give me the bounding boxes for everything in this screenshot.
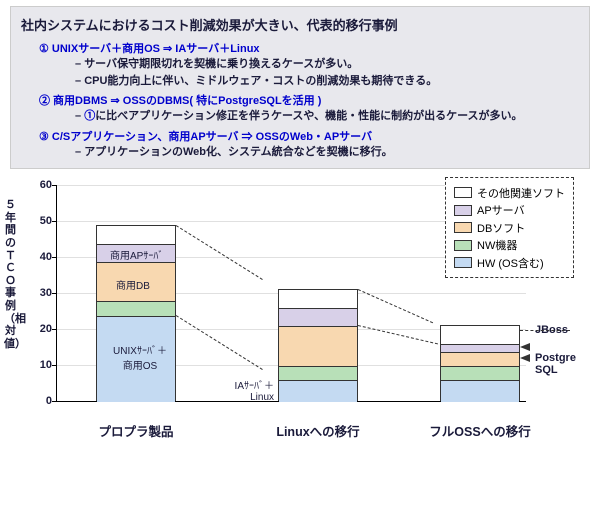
pointer-line [520, 330, 570, 331]
case-1-bullet-1: サーバ保守期限切れを契機に乗り換えるケースが多い。 [75, 56, 579, 73]
dash-connector [358, 289, 433, 323]
seg-nw [441, 366, 519, 380]
bar-fulloss [440, 325, 520, 401]
case-1-bullet-2: CPU能力向上に伴い、ミドルウェア・コストの削減効果も期待できる。 [75, 73, 579, 90]
seg-nw [279, 366, 357, 380]
case-3-head: ③ C/Sアプリケーション、商用APサーバ ⇒ OSSのWeb・APサーバ [39, 128, 579, 144]
arrow-icon [520, 354, 530, 362]
ytick: 30 [12, 287, 52, 299]
tickmark [52, 329, 56, 330]
seg-other [441, 326, 519, 344]
tickmark [52, 185, 56, 186]
legend-item: NW機器 [454, 237, 565, 253]
arrow-icon [520, 343, 530, 351]
legend-item: APサーバ [454, 202, 565, 218]
legend-label: HW (OS含む) [477, 255, 544, 271]
ytick: 0 [12, 395, 52, 407]
tickmark [52, 293, 56, 294]
ytick: 10 [12, 359, 52, 371]
cat-label: フルOSSへの移行 [420, 421, 540, 440]
y-axis [56, 185, 57, 401]
dash-connector [176, 315, 263, 370]
legend-label: APサーバ [477, 202, 525, 218]
legend: その他関連ソフト APサーバ DBソフト NW機器 HW (OS含む) [445, 177, 574, 278]
ann-bar2-hw: IAｻｰﾊﾞ＋Linux [224, 377, 274, 403]
legend-item: DBソフト [454, 220, 565, 236]
swatch-icon [454, 187, 472, 198]
seg-db [441, 352, 519, 366]
tickmark [52, 257, 56, 258]
seg-other [279, 290, 357, 308]
case-2-head: ② 商用DBMS ⇒ OSSのDBMS( 特にPostgreSQLを活用 ) [39, 92, 579, 108]
legend-item: その他関連ソフト [454, 185, 565, 201]
legend-label: その他関連ソフト [477, 185, 565, 201]
ytick: 50 [12, 215, 52, 227]
swatch-icon [454, 240, 472, 251]
tickmark [52, 401, 56, 402]
ann-bar1-hw: UNIXｻｰﾊﾞ＋商用OS [110, 342, 170, 372]
seg-db [279, 326, 357, 366]
info-title: 社内システムにおけるコスト削減効果が大きい、代表的移行事例 [21, 15, 579, 34]
ytick: 20 [12, 323, 52, 335]
cat-label: Linuxへの移行 [258, 421, 378, 440]
seg-hw [441, 380, 519, 402]
tickmark [52, 365, 56, 366]
legend-label: NW機器 [477, 237, 517, 253]
case-1-head: ① UNIXサーバ＋商用OS ⇒ IAサーバ＋Linux [39, 40, 579, 56]
legend-label: DBソフト [477, 220, 525, 236]
info-box: 社内システムにおけるコスト削減効果が大きい、代表的移行事例 ① UNIXサーバ＋… [10, 6, 590, 169]
seg-other [97, 226, 175, 244]
bar-linux [278, 289, 358, 401]
case-3-bullet-1: アプリケーションのWeb化、システム統合などを契機に移行。 [75, 144, 579, 161]
swatch-icon [454, 222, 472, 233]
case-ref: ① [84, 110, 95, 122]
seg-hw [279, 380, 357, 402]
case-2-bullet-1: ①に比べアプリケーション修正を伴うケースや、機能・性能に制約が出るケースが多い。 [75, 108, 579, 125]
seg-ap [441, 344, 519, 351]
chart: ５年間のＴＣＯ事例（相対値） 0 10 20 30 40 50 60 [0, 177, 600, 449]
tickmark [52, 221, 56, 222]
swatch-icon [454, 205, 472, 216]
ytick: 60 [12, 179, 52, 191]
dash-connector [176, 225, 263, 280]
ytick: 40 [12, 251, 52, 263]
case-2-bullet-text: に比べアプリケーション修正を伴うケースや、機能・性能に制約が出るケースが多い。 [95, 110, 522, 122]
ann-postgre: Postgre SQL [535, 353, 585, 376]
cat-label: プロプラ製品 [76, 421, 196, 440]
ann-bar1-db: 商用DB [116, 277, 150, 292]
seg-nw [97, 301, 175, 315]
seg-ap [279, 308, 357, 326]
swatch-icon [454, 257, 472, 268]
legend-item: HW (OS含む) [454, 255, 565, 271]
ann-bar1-ap: 商用APｻｰﾊﾞ [110, 247, 163, 262]
